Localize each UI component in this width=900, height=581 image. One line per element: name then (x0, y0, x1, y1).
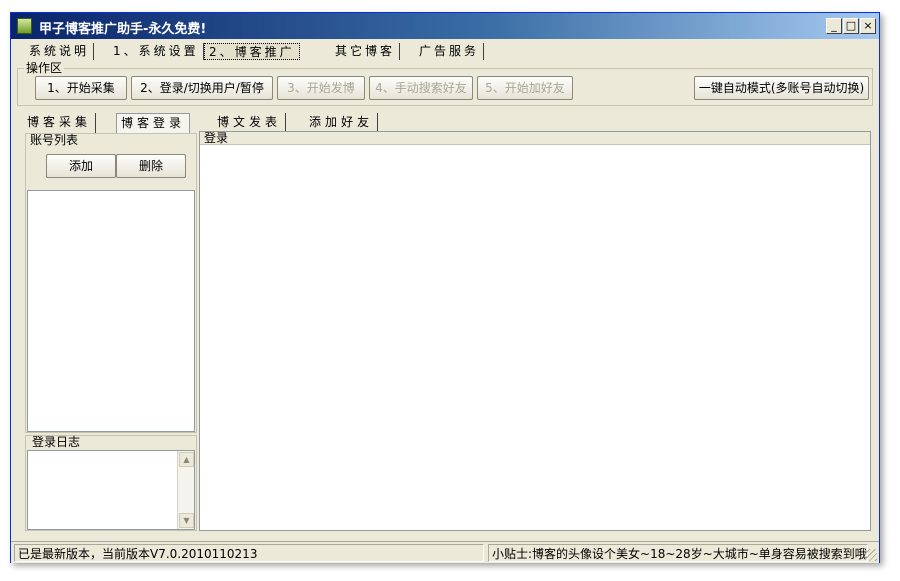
login-switch-pause-button[interactable]: 2、登录/切换用户/暂停 (131, 76, 273, 100)
menu-bar: 系统说明 1、系统设置 2、博客推广 其它博客 广告服务 (11, 40, 879, 62)
title-bar[interactable]: 甲子博客推广助手-永久免费! _ □ × (11, 13, 879, 39)
window-title: 甲子博客推广助手-永久免费! (39, 22, 207, 37)
operation-group-label: 操作区 (24, 61, 65, 75)
status-bar: 已是最新版本，当前版本V7.0.2010110213 小贴士:博客的头像设个美女… (11, 541, 879, 563)
tab-post-article[interactable]: 博文发表 (213, 113, 287, 133)
scroll-down-arrow-icon[interactable]: ▼ (179, 513, 194, 528)
resize-grip-icon[interactable] (865, 549, 877, 561)
close-button[interactable]: × (860, 18, 876, 34)
menu-blog-promotion[interactable]: 2、博客推广 (204, 43, 300, 60)
menu-system-settings[interactable]: 1、系统设置 (109, 43, 204, 60)
app-icon (17, 18, 32, 34)
menu-system-info[interactable]: 系统说明 (25, 43, 95, 60)
one-click-auto-mode-button[interactable]: 一键自动模式(多账号自动切换) (694, 76, 869, 100)
scroll-up-arrow-icon[interactable]: ▲ (179, 452, 194, 467)
app-window: 甲子博客推广助手-永久免费! _ □ × 系统说明 1、系统设置 2、博客推广 … (10, 12, 880, 563)
login-log-textarea[interactable]: ▲ ▼ (27, 450, 195, 530)
start-collect-button[interactable]: 1、开始采集 (35, 76, 127, 100)
tab-blog-login[interactable]: 博客登录 (116, 113, 191, 133)
login-log-group: 登录日志 ▲ ▼ (25, 435, 197, 531)
maximize-button[interactable]: □ (843, 18, 859, 34)
account-list-header: 账号列表 (30, 133, 79, 147)
account-list[interactable] (27, 190, 195, 432)
menu-ad-service[interactable]: 广告服务 (415, 43, 485, 60)
add-account-button[interactable]: 添加 (46, 154, 116, 178)
manual-search-friends-button[interactable]: 4、手动搜索好友 (369, 76, 473, 100)
minimize-button[interactable]: _ (826, 18, 842, 34)
login-panel[interactable]: 登录 (199, 131, 871, 531)
login-log-header: 登录日志 (32, 435, 81, 449)
menu-other-blogs[interactable]: 其它博客 (331, 43, 401, 60)
tab-blog-collect[interactable]: 博客采集 (23, 113, 97, 133)
version-status: 已是最新版本，当前版本V7.0.2010110213 (14, 544, 484, 562)
tip-status: 小贴士:博客的头像设个美女~18~28岁~大城市~单身容易被搜索到哦 (488, 544, 868, 562)
login-log-scrollbar[interactable]: ▲ ▼ (177, 451, 194, 529)
start-post-button[interactable]: 3、开始发博 (277, 76, 365, 100)
tab-add-friends[interactable]: 添加好友 (305, 113, 379, 133)
delete-account-button[interactable]: 删除 (116, 154, 186, 178)
login-panel-header: 登录 (200, 132, 870, 145)
operation-group: 操作区 1、开始采集 2、登录/切换用户/暂停 3、开始发博 4、手动搜索好友 … (17, 61, 873, 106)
account-list-group: 账号列表 添加 删除 (25, 133, 197, 433)
start-add-friends-button[interactable]: 5、开始加好友 (477, 76, 573, 100)
